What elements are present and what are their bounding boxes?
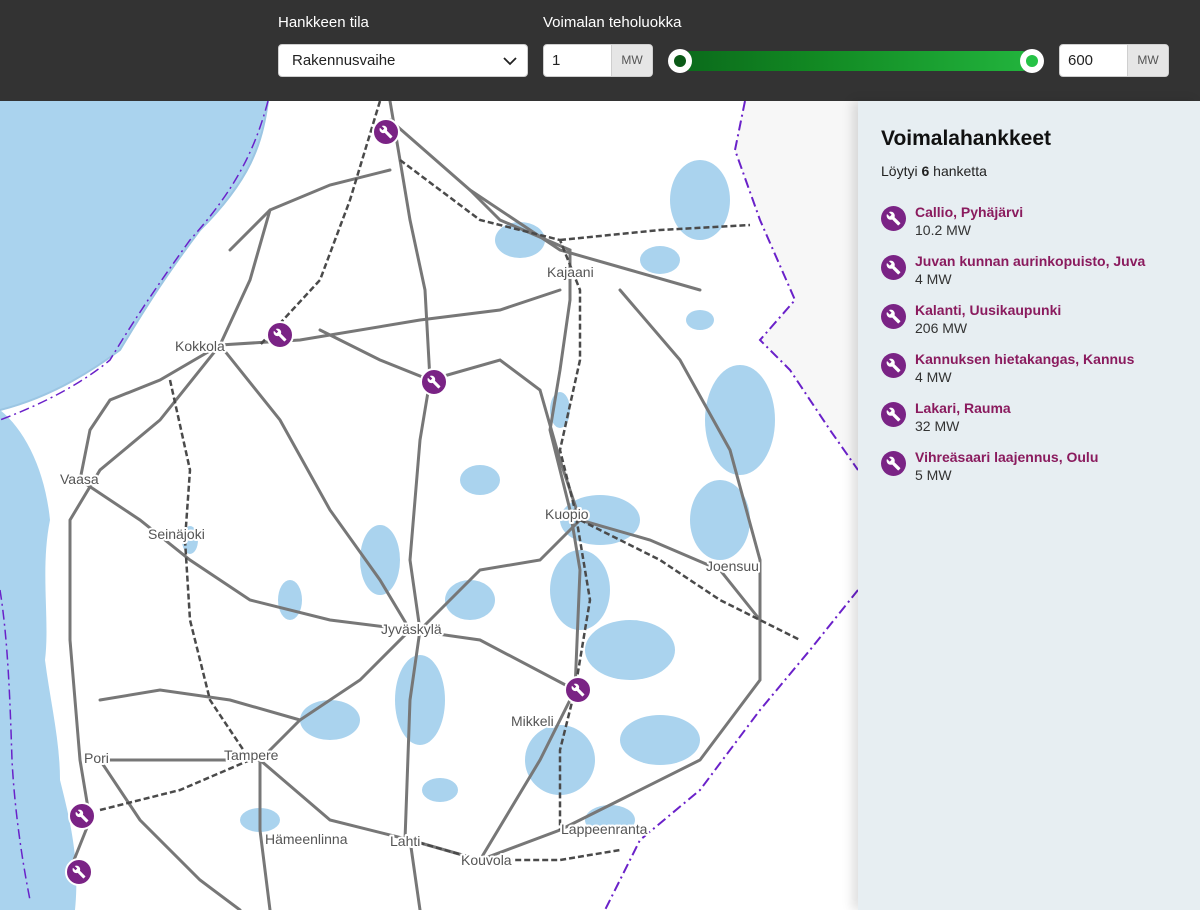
max-power-unit: MW	[1127, 45, 1168, 76]
project-list-item[interactable]: Vihreäsaari laajennus, Oulu 5 MW	[881, 449, 1191, 498]
city-label: Lappeenranta	[561, 821, 648, 837]
project-name-link[interactable]: Vihreäsaari laajennus, Oulu	[915, 449, 1098, 465]
wrench-icon	[881, 402, 906, 427]
project-marker[interactable]	[65, 858, 93, 886]
wrench-icon	[273, 328, 287, 342]
max-power-input[interactable]: 600 MW	[1059, 44, 1169, 77]
city-label: Pori	[84, 750, 109, 766]
wrench-icon	[881, 255, 906, 280]
city-label: Hämeenlinna	[265, 831, 348, 847]
city-label: Kouvola	[461, 852, 512, 868]
project-marker[interactable]	[420, 368, 448, 396]
project-marker[interactable]	[266, 321, 294, 349]
city-label: Seinäjoki	[148, 526, 205, 542]
project-name-link[interactable]: Juvan kunnan aurinkopuisto, Juva	[915, 253, 1145, 269]
project-list-item[interactable]: Kalanti, Uusikaupunki 206 MW	[881, 302, 1191, 351]
wrench-icon	[379, 125, 393, 139]
status-select[interactable]: Rakennusvaihe	[278, 44, 528, 77]
filter-bar: Hankkeen tila Rakennusvaihe Voimalan teh…	[0, 0, 1200, 101]
wrench-icon	[72, 865, 86, 879]
wrench-icon	[427, 375, 441, 389]
project-power: 10.2 MW	[915, 222, 972, 238]
city-label: Kajaani	[547, 264, 594, 280]
result-count-prefix: Löytyi	[881, 163, 918, 179]
chevron-down-icon	[503, 57, 517, 66]
city-label: Jyväskylä	[381, 621, 442, 637]
city-label: Kokkola	[175, 338, 225, 354]
map-canvas: Kajaani Kokkola Vaasa Seinäjoki Kuopio J…	[0, 101, 858, 910]
project-name-link[interactable]: Lakari, Rauma	[915, 400, 1011, 416]
city-label: Joensuu	[706, 558, 759, 574]
result-count-suffix: hanketta	[933, 163, 987, 179]
slider-min-handle[interactable]	[668, 49, 692, 73]
project-list-item[interactable]: Callio, Pyhäjärvi 10.2 MW	[881, 204, 1191, 253]
slider-max-handle[interactable]	[1020, 49, 1044, 73]
map[interactable]: Kajaani Kokkola Vaasa Seinäjoki Kuopio J…	[0, 101, 858, 910]
wrench-icon	[571, 683, 585, 697]
project-name-link[interactable]: Callio, Pyhäjärvi	[915, 204, 1023, 220]
max-power-value: 600	[1068, 52, 1094, 69]
panel-title: Voimalahankkeet	[881, 127, 1052, 150]
project-name-link[interactable]: Kannuksen hietakangas, Kannus	[915, 351, 1134, 367]
city-label: Kuopio	[545, 506, 589, 522]
min-power-unit: MW	[611, 45, 652, 76]
status-select-value: Rakennusvaihe	[292, 52, 396, 69]
wrench-icon	[881, 451, 906, 476]
min-power-value: 1	[552, 52, 561, 69]
lakes	[182, 160, 775, 835]
projects-panel: Voimalahankkeet Löytyi 6 hanketta Callio…	[858, 101, 1200, 910]
power-filter-label: Voimalan teholuokka	[543, 14, 682, 31]
project-list-item[interactable]: Kannuksen hietakangas, Kannus 4 MW	[881, 351, 1191, 400]
result-count-number: 6	[921, 163, 930, 179]
project-power: 206 MW	[915, 320, 968, 336]
project-list: Callio, Pyhäjärvi 10.2 MW Juvan kunnan a…	[881, 204, 1191, 498]
project-power: 4 MW	[915, 271, 952, 287]
project-marker[interactable]	[68, 802, 96, 830]
status-filter-label: Hankkeen tila	[278, 14, 369, 31]
wrench-icon	[881, 353, 906, 378]
project-list-item[interactable]: Juvan kunnan aurinkopuisto, Juva 4 MW	[881, 253, 1191, 302]
project-power: 32 MW	[915, 418, 960, 434]
wrench-icon	[75, 809, 89, 823]
project-marker[interactable]	[564, 676, 592, 704]
project-list-item[interactable]: Lakari, Rauma 32 MW	[881, 400, 1191, 449]
wrench-icon	[881, 304, 906, 329]
city-label: Vaasa	[60, 471, 99, 487]
project-marker[interactable]	[372, 118, 400, 146]
project-power: 5 MW	[915, 467, 952, 483]
city-label: Mikkeli	[511, 713, 554, 729]
city-label: Lahti	[390, 833, 420, 849]
min-power-input[interactable]: 1 MW	[543, 44, 653, 77]
power-range-slider[interactable]	[680, 51, 1032, 71]
sea-area	[0, 101, 268, 410]
project-name-link[interactable]: Kalanti, Uusikaupunki	[915, 302, 1061, 318]
wrench-icon	[881, 206, 906, 231]
result-count: Löytyi 6 hanketta	[881, 163, 987, 179]
city-label: Tampere	[224, 747, 279, 763]
project-power: 4 MW	[915, 369, 952, 385]
